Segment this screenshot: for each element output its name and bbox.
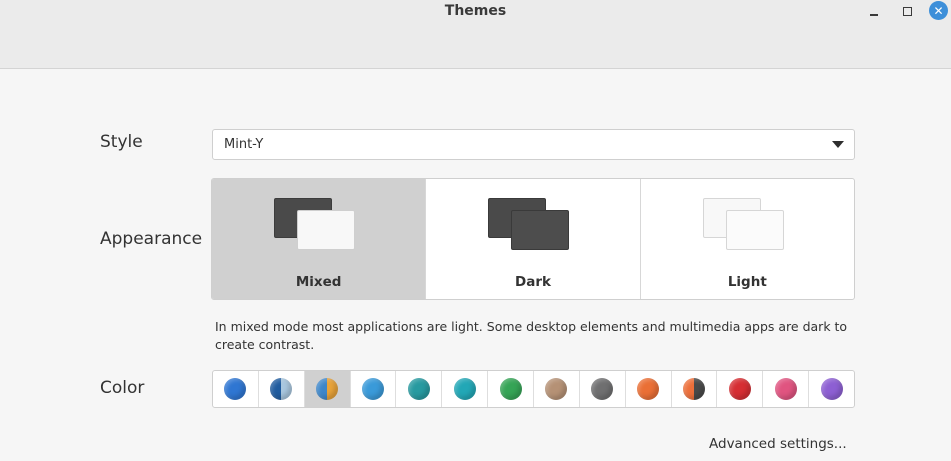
color-swatch-red-split[interactable] [672,371,718,407]
color-swatch-sky[interactable] [351,371,397,407]
maximize-button[interactable] [898,2,916,20]
color-swatch-red[interactable] [717,371,764,407]
color-dot-icon [637,378,660,400]
color-dot-icon [316,378,339,400]
appearance-description: In mixed mode most applications are ligh… [215,319,848,352]
chevron-down-icon [832,141,844,148]
style-label: Style [100,132,143,152]
color-swatch-orange-split[interactable] [304,371,351,407]
style-dropdown-value: Mint-Y [224,137,264,152]
appearance-option-dark[interactable]: Dark [426,179,641,299]
color-swatch-grey[interactable] [580,371,626,407]
close-icon: ✕ [933,3,944,18]
close-button[interactable]: ✕ [929,1,948,20]
light-preview-front-window [725,210,784,250]
color-dot-icon [728,378,751,400]
color-dot-icon [407,378,430,400]
minimize-button[interactable] [865,2,883,20]
title-bar: Themes ✕ [0,0,951,69]
style-dropdown[interactable]: Mint-Y [212,129,855,160]
color-label: Color [100,378,145,398]
color-dot-icon [499,378,522,400]
advanced-settings-link[interactable]: Advanced settings... [709,436,847,452]
color-swatch-purple[interactable] [809,371,854,407]
color-swatch-teal[interactable] [396,371,443,407]
appearance-option-label: Light [727,274,767,290]
color-dot-icon [270,378,293,400]
color-dot-icon [545,378,568,400]
color-swatch-aqua-split[interactable] [259,371,305,407]
color-dot-icon [774,378,797,400]
appearance-option-mixed[interactable]: Mixed [212,179,427,299]
color-dot-icon [453,378,476,400]
color-swatch-orange[interactable] [626,371,672,407]
appearance-option-label: Mixed [295,274,342,290]
window-title: Themes [444,3,507,19]
color-swatch-cyan[interactable] [442,371,489,407]
appearance-option-label: Dark [515,274,551,290]
mixed-preview-front-window [297,210,355,250]
color-selector [212,370,855,408]
appearance-option-light[interactable]: Light [641,179,854,299]
color-swatch-blue[interactable] [213,371,259,407]
color-dot-icon [362,378,384,400]
maximize-icon [902,6,912,16]
dark-preview-front-window [511,210,570,250]
color-dot-icon [683,378,706,400]
color-swatch-pink[interactable] [763,371,810,407]
color-dot-icon [591,378,614,400]
minimize-icon [870,14,878,16]
color-dot-icon [820,378,843,400]
color-swatch-sand[interactable] [534,371,580,407]
appearance-selector: Mixed Dark Light [211,178,855,300]
color-dot-icon [224,378,247,400]
color-swatch-green[interactable] [488,371,535,407]
appearance-label: Appearance [100,229,203,249]
